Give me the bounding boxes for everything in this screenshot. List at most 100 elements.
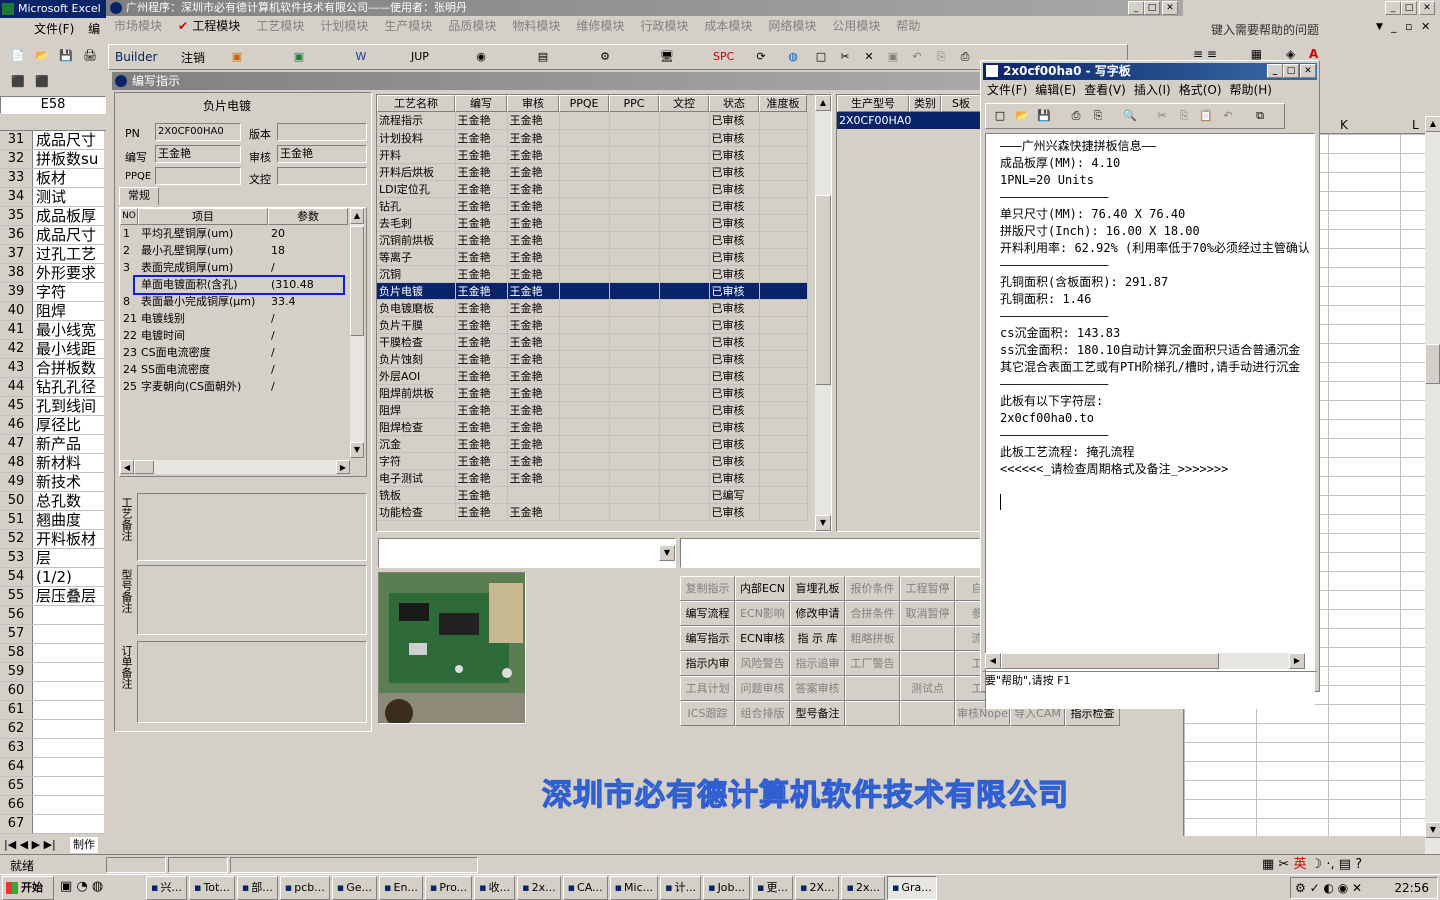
- flow-row[interactable]: 开料后烘板 王金艳 王金艳 已审核: [377, 163, 808, 181]
- action-button[interactable]: 粗略拼板: [845, 626, 900, 651]
- excel-close-button[interactable]: ✕: [1419, 1, 1435, 15]
- flow-col-header[interactable]: 准度板: [759, 95, 807, 112]
- flow-row[interactable]: 字符 王金艳 王金艳 已审核: [377, 452, 808, 470]
- action-button[interactable]: [900, 651, 955, 676]
- row-number[interactable]: 47: [0, 435, 33, 453]
- refresh-icon[interactable]: ⟳: [751, 47, 771, 67]
- wp-paste-icon[interactable]: 📋: [1196, 106, 1216, 126]
- erp-minimize-button[interactable]: _: [1128, 1, 1144, 15]
- taskbar-item[interactable]: ▪ pcb...: [279, 876, 330, 900]
- action-button[interactable]: ECN审核: [735, 626, 790, 651]
- pn-field[interactable]: 2X0CF00HA0: [155, 123, 241, 141]
- flow-row[interactable]: 负片蚀刻 王金艳 王金艳 已审核: [377, 350, 808, 368]
- excel-cell[interactable]: 合拼板数: [33, 359, 104, 377]
- action-button[interactable]: 指 示 库: [790, 626, 845, 651]
- erp-maximize-button[interactable]: □: [1144, 1, 1160, 15]
- erp-menu-item[interactable]: 成本模块: [696, 17, 760, 35]
- excel-cell[interactable]: 厚径比: [33, 416, 104, 434]
- scroll-down-icon[interactable]: ▼: [1425, 822, 1440, 838]
- wp-undo-icon[interactable]: ↶: [1218, 106, 1238, 126]
- erp-menu-item[interactable]: 品质模块: [440, 17, 504, 35]
- jup-button[interactable]: JUP: [411, 50, 429, 63]
- flow-col-header[interactable]: 审核: [507, 95, 559, 112]
- action-button[interactable]: ECN影响: [735, 601, 790, 626]
- taskbar-item[interactable]: ▪ Pro...: [424, 876, 473, 900]
- row-number[interactable]: 45: [0, 397, 33, 415]
- excel-cell[interactable]: [33, 625, 104, 643]
- excel-cell[interactable]: 钻孔孔径: [33, 378, 104, 396]
- params-vscroll[interactable]: ▲ ▼: [350, 208, 364, 458]
- row-number[interactable]: 67: [0, 815, 33, 833]
- wordpad-menu-item[interactable]: 插入(I): [1130, 81, 1175, 99]
- taskbar-item[interactable]: ▪ 部...: [236, 876, 278, 900]
- action-button[interactable]: [845, 701, 900, 726]
- quicklaunch-clock-icon[interactable]: ◔: [76, 879, 87, 894]
- param-row[interactable]: 2 最小孔壁铜厚(um) 18: [120, 242, 366, 259]
- wp-copy-icon[interactable]: ⎘: [1174, 106, 1194, 126]
- row-number[interactable]: 58: [0, 644, 33, 662]
- wp-save-icon[interactable]: 💾: [1034, 106, 1054, 126]
- params-hscroll[interactable]: ◀ ▶: [120, 460, 350, 474]
- erp-menu-item[interactable]: 市场模块: [106, 17, 170, 35]
- action-button[interactable]: 报价条件: [845, 576, 900, 601]
- pdf-icon[interactable]: ⬛: [8, 72, 28, 92]
- row-number[interactable]: 38: [0, 264, 33, 282]
- row-number[interactable]: 34: [0, 188, 33, 206]
- flow-row[interactable]: 外层AOI 王金艳 王金艳 已审核: [377, 367, 808, 385]
- excel-cell[interactable]: [33, 739, 104, 757]
- wp-hscroll-thumb[interactable]: [1001, 653, 1219, 669]
- row-number[interactable]: 36: [0, 226, 33, 244]
- flow-col-header[interactable]: 状态: [709, 95, 759, 112]
- model-col-header[interactable]: 生产型号: [837, 95, 909, 112]
- doc-close-icon[interactable]: ✕: [1421, 20, 1430, 33]
- excel-cell[interactable]: [33, 720, 104, 738]
- row-number[interactable]: 62: [0, 720, 33, 738]
- action-button[interactable]: 工具计划: [680, 676, 735, 701]
- wp-scroll-right-icon[interactable]: ▶: [1289, 653, 1305, 669]
- reviewer-field[interactable]: 王金艳: [277, 145, 367, 163]
- preview-icon[interactable]: ⎘: [931, 47, 951, 67]
- param-row[interactable]: 8 表面最小完成铜厚(μm) 33.4: [120, 293, 366, 310]
- excel-name-box[interactable]: E58: [0, 96, 106, 114]
- wordpad-hscroll[interactable]: ◀ ▶: [985, 653, 1305, 669]
- flow-row[interactable]: 负电镀磨板 王金艳 王金艳 已审核: [377, 299, 808, 317]
- print-icon[interactable]: ⎙: [955, 47, 975, 67]
- taskbar-item[interactable]: ▪ Mic...: [609, 876, 659, 900]
- flow-row[interactable]: 负片电镀 王金艳 王金艳 已审核: [377, 282, 808, 300]
- tab-general[interactable]: 常规: [119, 187, 159, 205]
- taskbar-item[interactable]: ▪ 2x...: [517, 876, 561, 900]
- writer-field[interactable]: 王金艳: [155, 145, 241, 163]
- flow-row[interactable]: 铣板 王金艳 已编写: [377, 486, 808, 504]
- wp-new-icon[interactable]: □: [990, 106, 1010, 126]
- delete-icon[interactable]: ✕: [859, 47, 879, 67]
- row-number[interactable]: 40: [0, 302, 33, 320]
- params-hscroll-thumb[interactable]: [134, 460, 154, 474]
- new-doc-icon[interactable]: □: [811, 47, 831, 67]
- fill-color-icon[interactable]: ◈: [1266, 47, 1295, 61]
- flow-scroll-thumb[interactable]: [815, 195, 831, 385]
- row-number[interactable]: 37: [0, 245, 33, 263]
- row-number[interactable]: 63: [0, 739, 33, 757]
- action-button[interactable]: 编写流程: [680, 601, 735, 626]
- excel-cell[interactable]: 开料板材: [33, 530, 104, 548]
- action-button[interactable]: 内部ECN: [735, 576, 790, 601]
- pdf-mail-icon[interactable]: ⬛: [32, 72, 52, 92]
- action-button[interactable]: 问题审核: [735, 676, 790, 701]
- taskbar-item[interactable]: ▪ Gra...: [886, 876, 937, 900]
- wordpad-document[interactable]: ———广州兴森快捷拼板信息—— 成品板厚(MM): 4.10 1PNL=20 Uni…: [985, 133, 1315, 709]
- action-button[interactable]: 指示内审: [680, 651, 735, 676]
- row-number[interactable]: 39: [0, 283, 33, 301]
- tray-icons[interactable]: ⚙ ✓ ◐ ◉ ✕: [1291, 881, 1362, 895]
- param-row[interactable]: 1 平均孔壁铜厚(um) 20: [120, 225, 366, 242]
- row-number[interactable]: 64: [0, 758, 33, 776]
- flow-row[interactable]: 去毛刺 王金艳 王金艳 已审核: [377, 214, 808, 232]
- excel-cell[interactable]: [33, 663, 104, 681]
- row-number[interactable]: 57: [0, 625, 33, 643]
- excel-export-icon[interactable]: ▣: [289, 47, 309, 67]
- param-row[interactable]: 23 CS面电流密度 /: [120, 344, 366, 361]
- excel-scroll-thumb[interactable]: [1425, 344, 1440, 384]
- flow-row[interactable]: LDI定位孔 王金艳 王金艳 已审核: [377, 180, 808, 198]
- dropdown-arrow-icon[interactable]: ▼: [659, 545, 675, 561]
- erp-menu-item[interactable]: 行政模块: [632, 17, 696, 35]
- logout-button[interactable]: 注销: [181, 49, 205, 66]
